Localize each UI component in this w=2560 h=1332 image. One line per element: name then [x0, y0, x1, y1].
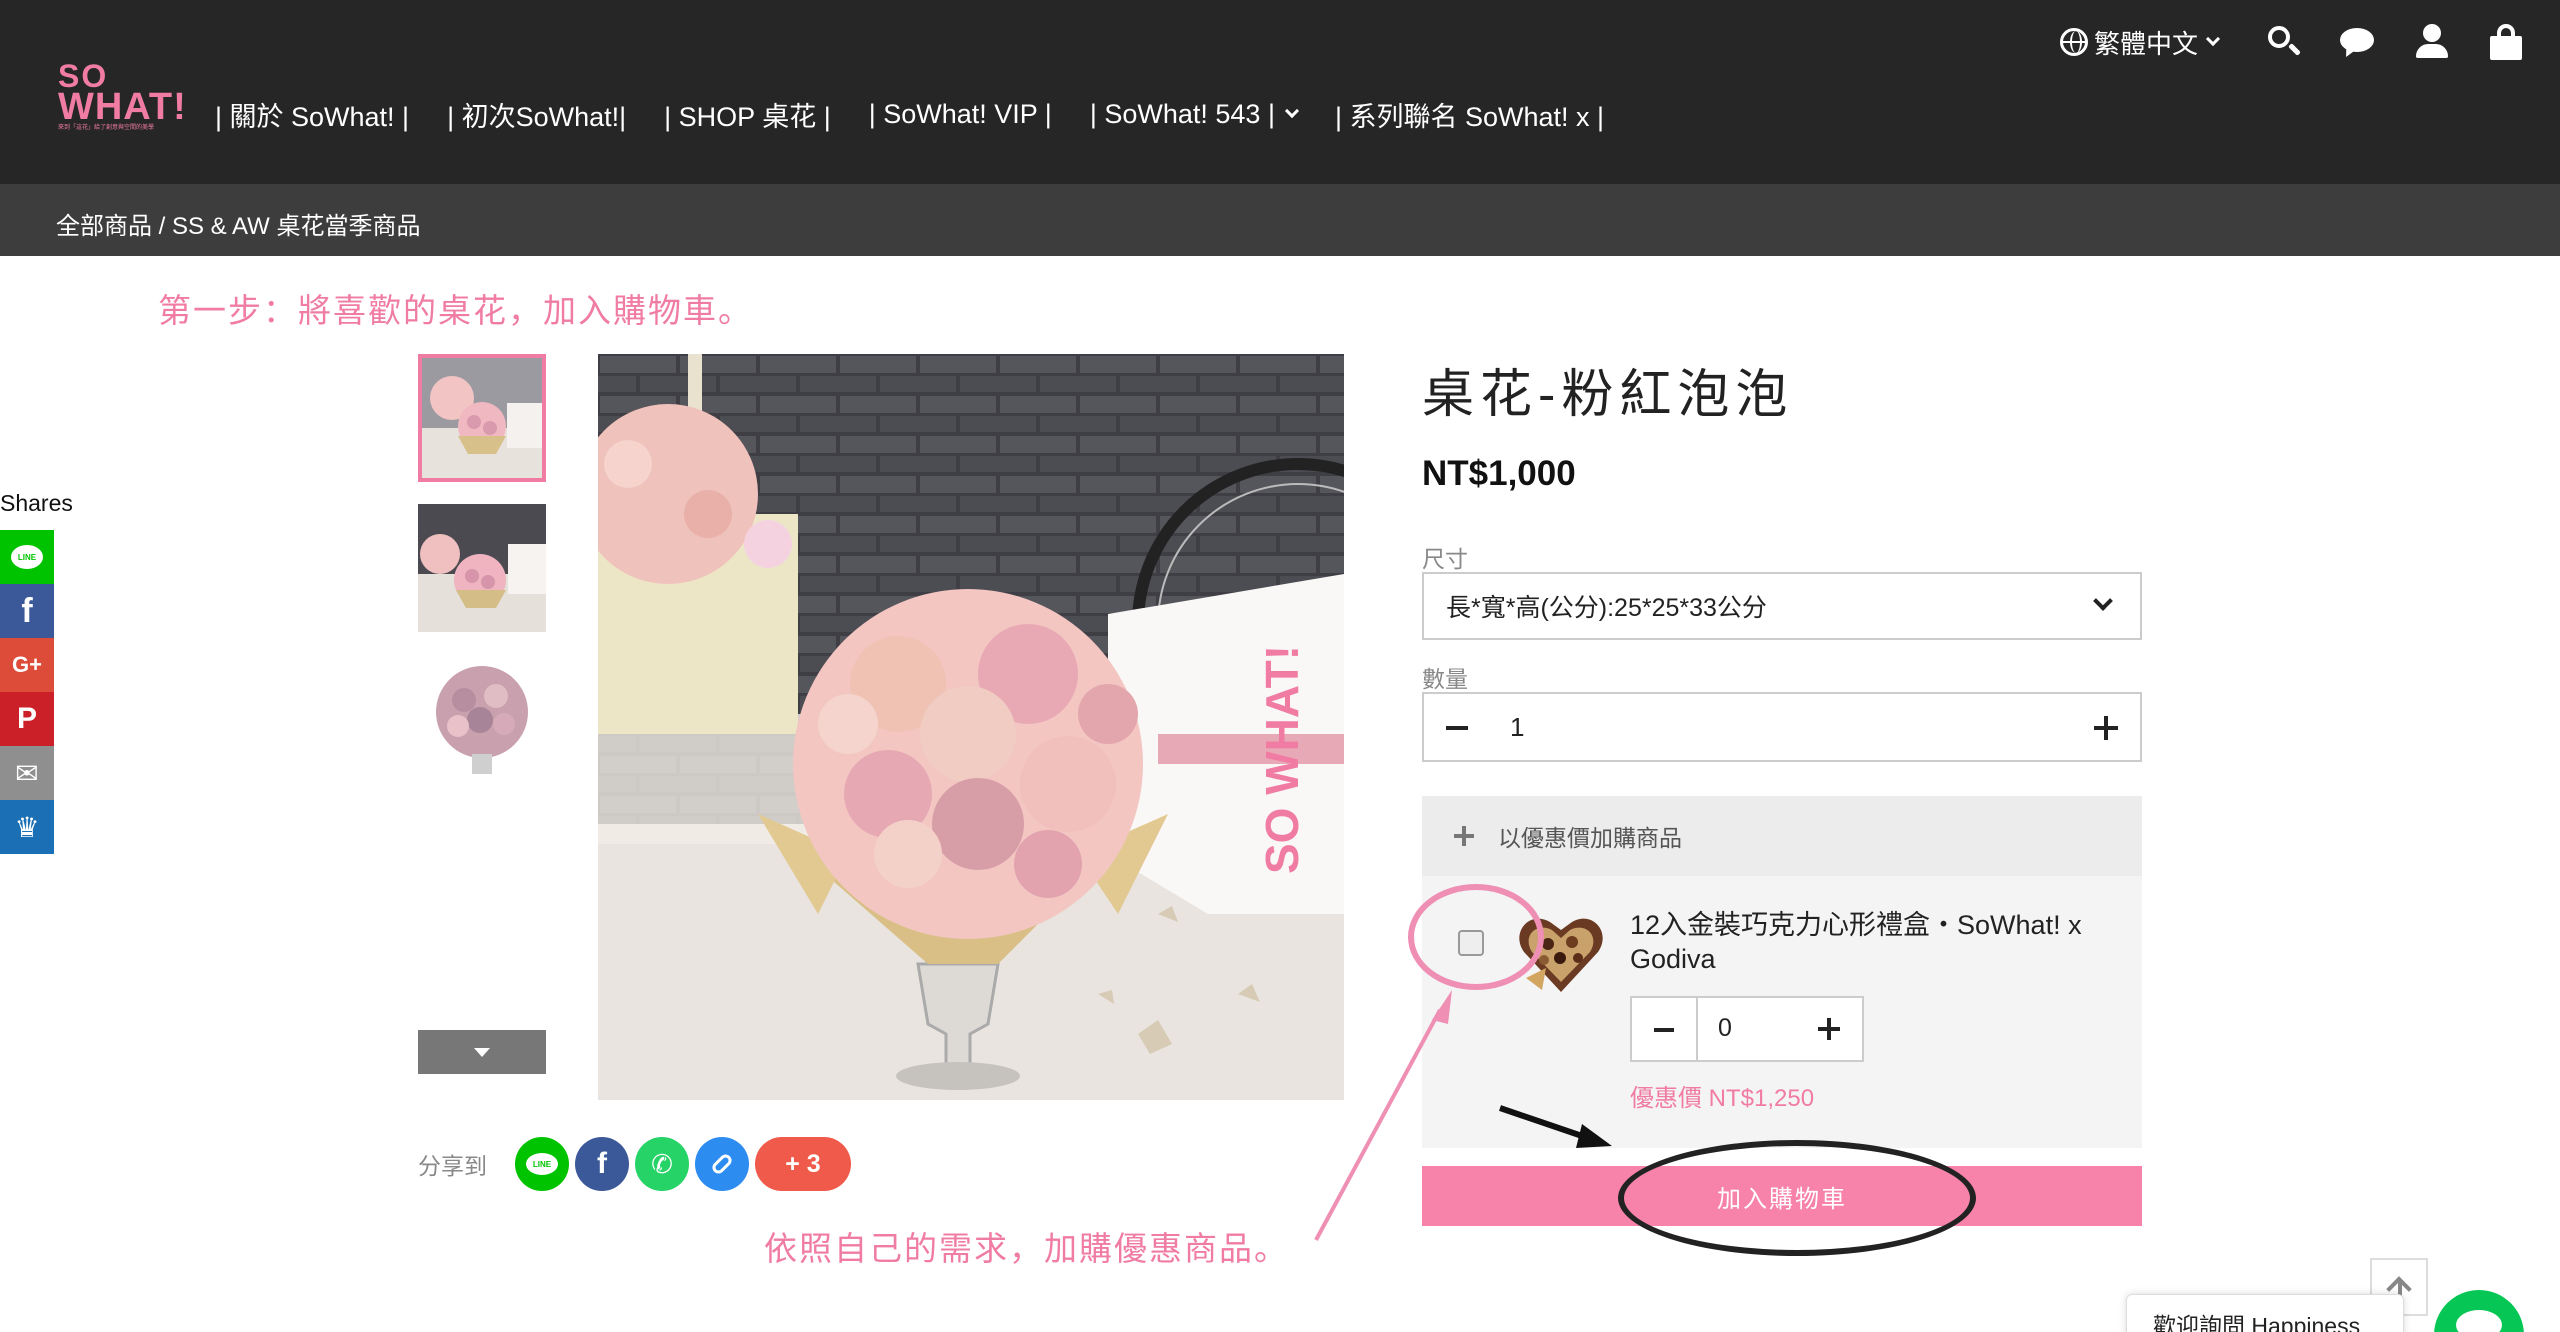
- share-to-label: 分享到: [418, 1153, 487, 1179]
- thumbnail-image: [422, 358, 542, 478]
- sidebar-share-line[interactable]: LINE: [0, 530, 54, 584]
- nav-label: | 關於 SoWhat! |: [215, 101, 410, 132]
- nav-item-shop[interactable]: | SHOP 桌花 |: [664, 95, 831, 134]
- sidebar-share-facebook[interactable]: f: [0, 584, 54, 638]
- logo-tagline: 來到「這花」給了創意與空間的美學: [58, 125, 155, 131]
- nav-item-543[interactable]: | SoWhat! 543 |: [1089, 98, 1300, 130]
- chevron-down-icon: [2093, 591, 2113, 611]
- share-copy-link-button[interactable]: [695, 1137, 749, 1191]
- sidebar-share-pinterest[interactable]: P: [0, 692, 54, 746]
- share-more-button[interactable]: + 3: [755, 1137, 851, 1191]
- facebook-icon: f: [597, 1147, 607, 1180]
- link-icon: [709, 1151, 735, 1177]
- pinterest-icon: P: [16, 702, 37, 735]
- crown-icon: ♛: [14, 811, 40, 843]
- addon-quantity-decrease-button[interactable]: [1654, 1028, 1674, 1032]
- email-icon: ✉: [15, 757, 39, 789]
- chat-icon[interactable]: [2338, 22, 2378, 62]
- logo-line2: WHAT!: [58, 86, 187, 128]
- share-line-button[interactable]: LINE: [515, 1137, 569, 1191]
- plus-icon: [1454, 826, 1474, 846]
- addon-panel: 以優惠價加購商品 12入金裝巧克力心形禮盒・SoWhat! x Godiva 0…: [1422, 796, 2142, 1148]
- shopping-bag-icon[interactable]: [2486, 22, 2526, 62]
- thumbnail-1[interactable]: [418, 354, 546, 482]
- nav-label: | SoWhat! 543 |: [1089, 98, 1275, 129]
- shares-label: Shares: [0, 490, 73, 516]
- thumbnail-image: [418, 504, 546, 632]
- language-selector[interactable]: 繁體中文: [2059, 24, 2221, 61]
- size-select-value: 長*寬*高(公分):25*25*33公分: [1446, 594, 1767, 622]
- share-to-bar: 分享到 LINE f ✆ + 3: [418, 1136, 851, 1192]
- caret-down-icon: [474, 1047, 490, 1057]
- line-icon: LINE: [526, 1153, 558, 1175]
- chat-widget-label[interactable]: 歡迎詢問 Happiness: [2126, 1294, 2404, 1332]
- quantity-input[interactable]: 1: [1510, 712, 1524, 743]
- sidebar-share-email[interactable]: ✉: [0, 746, 54, 800]
- whatsapp-icon: ✆: [651, 1148, 673, 1179]
- addon-price: 優惠價 NT$1,250: [1630, 1085, 1815, 1112]
- nav-label: | 初次SoWhat!|: [447, 101, 627, 132]
- header-icons: 繁體中文: [2059, 20, 2560, 64]
- nav-item-collab[interactable]: | 系列聯名 SoWhat! x |: [1335, 95, 1604, 134]
- line-icon: [2456, 1310, 2502, 1332]
- thumbnail-3[interactable]: [418, 654, 546, 782]
- line-icon: LINE: [11, 545, 43, 569]
- user-icon[interactable]: [2412, 22, 2452, 62]
- thumbnail-2[interactable]: [418, 504, 546, 632]
- addon-quantity-input[interactable]: 0: [1718, 1014, 1732, 1043]
- product-photo: SO WHAT!: [598, 354, 1344, 1100]
- thumbnail-image: [418, 654, 546, 782]
- quantity-stepper: 1: [1422, 692, 2142, 762]
- size-select[interactable]: 長*寬*高(公分):25*25*33公分: [1422, 572, 2142, 640]
- site-header: SO WHAT! 來到「這花」給了創意與空間的美學 | 關於 SoWhat! |…: [0, 0, 2560, 184]
- svg-text:SO WHAT!: SO WHAT!: [1256, 645, 1308, 874]
- share-whatsapp-button[interactable]: ✆: [635, 1137, 689, 1191]
- annotation-cart-ellipse: [1618, 1140, 1976, 1256]
- addon-header[interactable]: 以優惠價加購商品: [1422, 796, 2142, 876]
- annotation-step2: 依照自己的需求，加購優惠商品。: [764, 1230, 1289, 1267]
- addon-item-name: 12入金裝巧克力心形禮盒・SoWhat! x Godiva: [1630, 910, 2082, 974]
- share-facebook-button[interactable]: f: [575, 1137, 629, 1191]
- product-title: 桌花-粉紅泡泡: [1422, 366, 1794, 424]
- facebook-icon: f: [21, 591, 33, 630]
- globe-icon: [2059, 28, 2088, 56]
- breadcrumb-bar: 全部商品 / SS & AW 桌花當季商品: [0, 184, 2560, 256]
- chevron-down-icon: [1284, 103, 1300, 119]
- sidebar-share-sumo[interactable]: ♛: [0, 800, 54, 854]
- quantity-decrease-button[interactable]: [1446, 726, 1468, 730]
- breadcrumb[interactable]: 全部商品 / SS & AW 桌花當季商品: [56, 206, 420, 241]
- nav-item-vip[interactable]: | SoWhat! VIP |: [869, 99, 1052, 130]
- chevron-down-icon: [2205, 31, 2221, 47]
- language-label: 繁體中文: [2093, 28, 2198, 59]
- main-product-image[interactable]: SO WHAT!: [598, 354, 1344, 1100]
- main-nav: | 關於 SoWhat! | | 初次SoWhat!| | SHOP 桌花 | …: [215, 94, 1642, 134]
- nav-label: | SoWhat! VIP |: [868, 98, 1052, 129]
- sidebar-share-google-plus[interactable]: G+: [0, 638, 54, 692]
- nav-label: | 系列聯名 SoWhat! x |: [1334, 101, 1605, 132]
- search-icon[interactable]: [2264, 22, 2304, 62]
- size-label: 尺寸: [1422, 546, 1468, 572]
- nav-label: | SHOP 桌花 |: [664, 101, 831, 132]
- annotation-checkbox-circle: [1408, 884, 1544, 990]
- quantity-increase-button[interactable]: [2094, 716, 2118, 740]
- line-chat-bubble[interactable]: [2434, 1290, 2524, 1332]
- google-plus-icon: G+: [12, 652, 42, 677]
- thumbnail-scroll-down-button[interactable]: [418, 1030, 546, 1074]
- addon-header-label: 以優惠價加購商品: [1498, 825, 1682, 851]
- addon-quantity-increase-button[interactable]: [1818, 1018, 1840, 1040]
- product-price: NT$1,000: [1422, 454, 1576, 493]
- nav-item-about[interactable]: | 關於 SoWhat! |: [215, 95, 409, 134]
- annotation-step1: 第一步：將喜歡的桌花，加入購物車。: [158, 292, 753, 329]
- sowhat-logo[interactable]: SO WHAT! 來到「這花」給了創意與空間的美學: [58, 60, 187, 132]
- nav-item-first-time[interactable]: | 初次SoWhat!|: [447, 95, 626, 134]
- quantity-label: 數量: [1422, 666, 1468, 692]
- addon-quantity-stepper: 0: [1630, 996, 1864, 1062]
